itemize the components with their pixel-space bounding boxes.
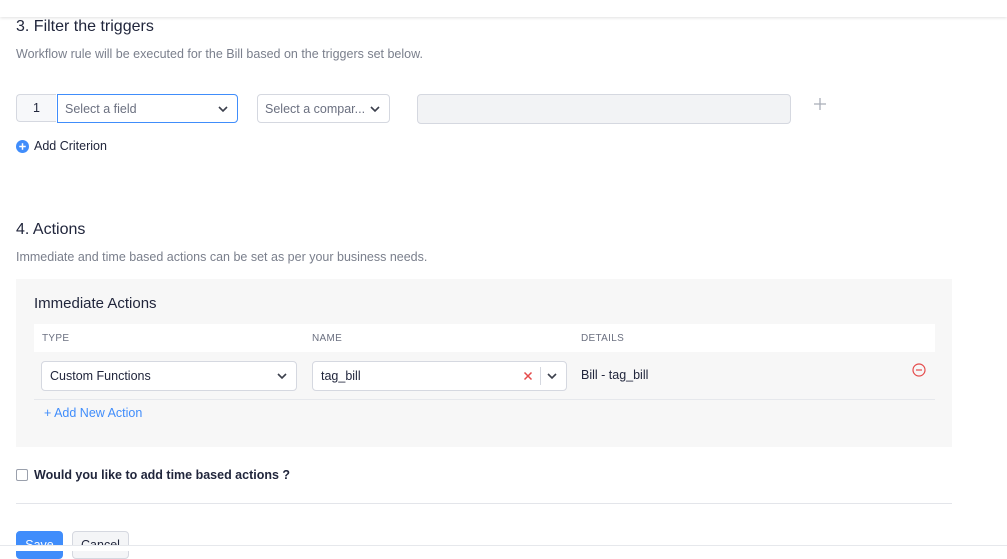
time-based-actions-label: Would you like to add time based actions… <box>34 468 291 482</box>
immediate-actions-panel: Immediate Actions TYPE NAME DETAILS Cust… <box>16 279 952 447</box>
comparator-select-value: Select a compar... <box>265 101 366 116</box>
field-select-value: Select a field <box>65 101 137 116</box>
filter-section-heading: 3. Filter the triggers <box>16 18 154 35</box>
chevron-down-icon <box>277 373 287 380</box>
field-select[interactable]: Select a field <box>57 94 238 123</box>
add-circle-icon <box>16 139 29 153</box>
filter-section-description: Workflow rule will be executed for the B… <box>16 47 423 61</box>
chevron-down-icon[interactable] <box>546 370 558 382</box>
actions-section-description: Immediate and time based actions can be … <box>16 250 428 264</box>
column-header-details: DETAILS <box>581 333 625 344</box>
actions-section-heading: 4. Actions <box>16 221 86 238</box>
add-criterion-label: Add Criterion <box>34 139 107 153</box>
actions-table-header: TYPE NAME DETAILS <box>34 324 935 353</box>
plus-icon[interactable] <box>812 96 828 112</box>
comparator-select[interactable]: Select a compar... <box>257 94 390 123</box>
action-type-value: Custom Functions <box>50 369 151 383</box>
bottom-bar <box>0 545 1007 551</box>
top-header-bar <box>0 0 1007 17</box>
clear-icon[interactable] <box>522 370 534 382</box>
action-type-select[interactable]: Custom Functions <box>41 361 297 391</box>
add-criterion-link[interactable]: Add Criterion <box>16 139 107 153</box>
time-based-actions-option[interactable]: Would you like to add time based actions… <box>16 468 290 482</box>
action-name-value: tag_bill <box>321 369 361 383</box>
select-divider <box>540 367 541 385</box>
add-new-action-link[interactable]: + Add New Action <box>44 406 142 420</box>
remove-circle-icon[interactable] <box>912 363 926 377</box>
criterion-value-input[interactable] <box>417 94 791 124</box>
chevron-down-icon <box>370 105 380 112</box>
chevron-down-icon <box>218 105 228 112</box>
immediate-actions-title: Immediate Actions <box>34 295 157 312</box>
time-based-actions-checkbox[interactable] <box>16 469 28 481</box>
action-name-select[interactable]: tag_bill <box>312 361 567 391</box>
column-header-type: TYPE <box>42 333 70 344</box>
criterion-number: 1 <box>16 94 56 122</box>
table-row: Custom Functions tag_bill Bill - tag_bil… <box>34 352 935 400</box>
divider <box>16 503 952 504</box>
column-header-name: NAME <box>312 333 343 344</box>
action-details: Bill - tag_bill <box>581 368 649 382</box>
